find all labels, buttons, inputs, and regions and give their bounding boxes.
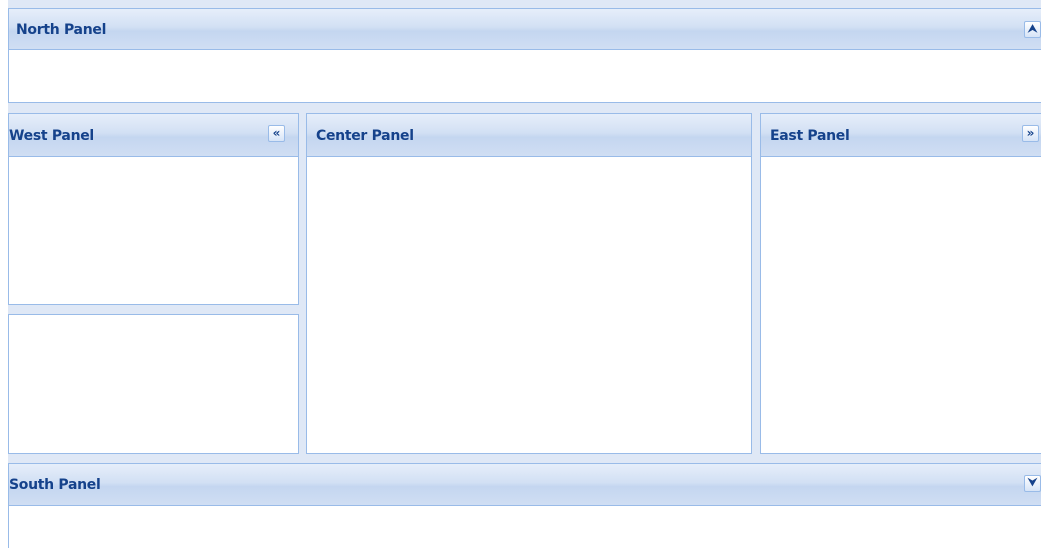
west-panel-header[interactable]: West Panel «	[9, 114, 298, 157]
east-panel: East Panel »	[760, 113, 1041, 454]
south-panel-header[interactable]: South Panel ⮟	[9, 464, 1041, 506]
collapse-up-icon[interactable]: ⮝	[1024, 21, 1041, 38]
collapse-down-icon[interactable]: ⮟	[1024, 475, 1041, 492]
north-panel-header[interactable]: North Panel ⮝	[9, 9, 1041, 50]
collapse-right-icon[interactable]: »	[1022, 125, 1039, 142]
center-panel-header: Center Panel	[307, 114, 751, 157]
north-panel: North Panel ⮝	[8, 8, 1041, 103]
east-panel-header[interactable]: East Panel »	[761, 114, 1041, 157]
center-panel: Center Panel	[306, 113, 752, 454]
page-margin	[0, 0, 8, 548]
center-panel-title: Center Panel	[316, 128, 414, 144]
west-panel: West Panel «	[8, 113, 299, 305]
border-layout: North Panel ⮝ West Panel « Center Panel …	[0, 0, 1041, 548]
collapse-left-icon[interactable]: «	[268, 125, 285, 142]
west-lower-panel	[8, 314, 299, 454]
west-panel-title: West Panel	[9, 128, 94, 144]
south-panel: South Panel ⮟	[8, 463, 1041, 548]
south-panel-title: South Panel	[9, 477, 101, 493]
east-panel-title: East Panel	[770, 128, 850, 144]
north-panel-title: North Panel	[16, 22, 107, 38]
